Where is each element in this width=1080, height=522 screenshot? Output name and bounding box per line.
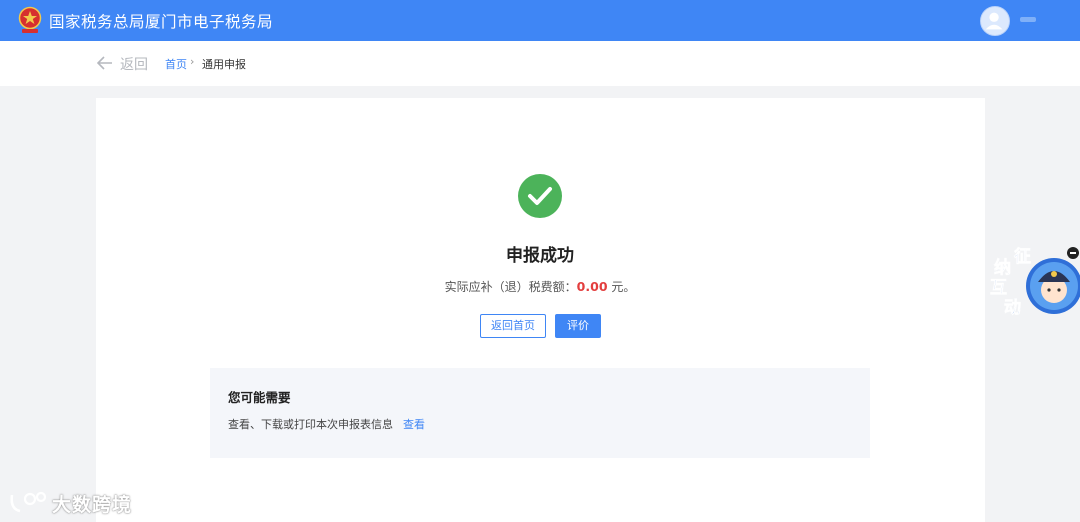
top-bar: 国家税务总局厦门市电子税务局 [0, 0, 1080, 41]
result-title: 申报成功 [506, 246, 574, 266]
site-title: 国家税务总局厦门市电子税务局 [49, 13, 274, 31]
watermark-text: 大数跨境 [52, 494, 133, 516]
suggestion-box: 您可能需要 查看、下载或打印本次申报表信息 查看 [210, 368, 870, 458]
widget-char-dong: 动 [1004, 298, 1021, 318]
check-circle-icon [518, 174, 562, 218]
nav-bar: 返回 首页 › 通用申报 [0, 41, 1080, 86]
suggestion-text: 查看、下载或打印本次申报表信息 [228, 418, 393, 431]
amount-value: 0.00 [576, 279, 608, 294]
return-home-button[interactable]: 返回首页 [480, 314, 546, 338]
user-icon [985, 12, 1003, 30]
view-link[interactable]: 查看 [403, 418, 425, 431]
tax-emblem-icon [18, 6, 42, 33]
breadcrumb-home[interactable]: 首页 [165, 56, 187, 72]
suggestion-title: 您可能需要 [228, 390, 291, 405]
back-arrow-icon[interactable] [97, 56, 113, 70]
username-placeholder[interactable] [1020, 17, 1036, 22]
breadcrumb-current: 通用申报 [202, 58, 246, 71]
widget-char-hu: 互 [990, 278, 1007, 298]
back-button[interactable]: 返回 [120, 54, 148, 74]
user-avatar[interactable] [980, 6, 1010, 36]
result-card [96, 98, 985, 522]
widget-char-zheng: 征 [1014, 246, 1031, 267]
amount-unit: 元。 [607, 280, 636, 294]
rate-button[interactable]: 评价 [555, 314, 601, 338]
widget-close-icon[interactable] [1067, 247, 1079, 259]
amount-label: 实际应补（退）税费额： [444, 280, 577, 294]
suggestion-item: 查看、下载或打印本次申报表信息 查看 [228, 416, 425, 432]
breadcrumb-separator: › [190, 55, 195, 68]
interaction-widget[interactable]: 征 纳 互 动 [984, 238, 1080, 322]
widget-char-na: 纳 [994, 257, 1011, 278]
amount-line: 实际应补（退）税费额：0.00 元。 [0, 278, 1080, 295]
